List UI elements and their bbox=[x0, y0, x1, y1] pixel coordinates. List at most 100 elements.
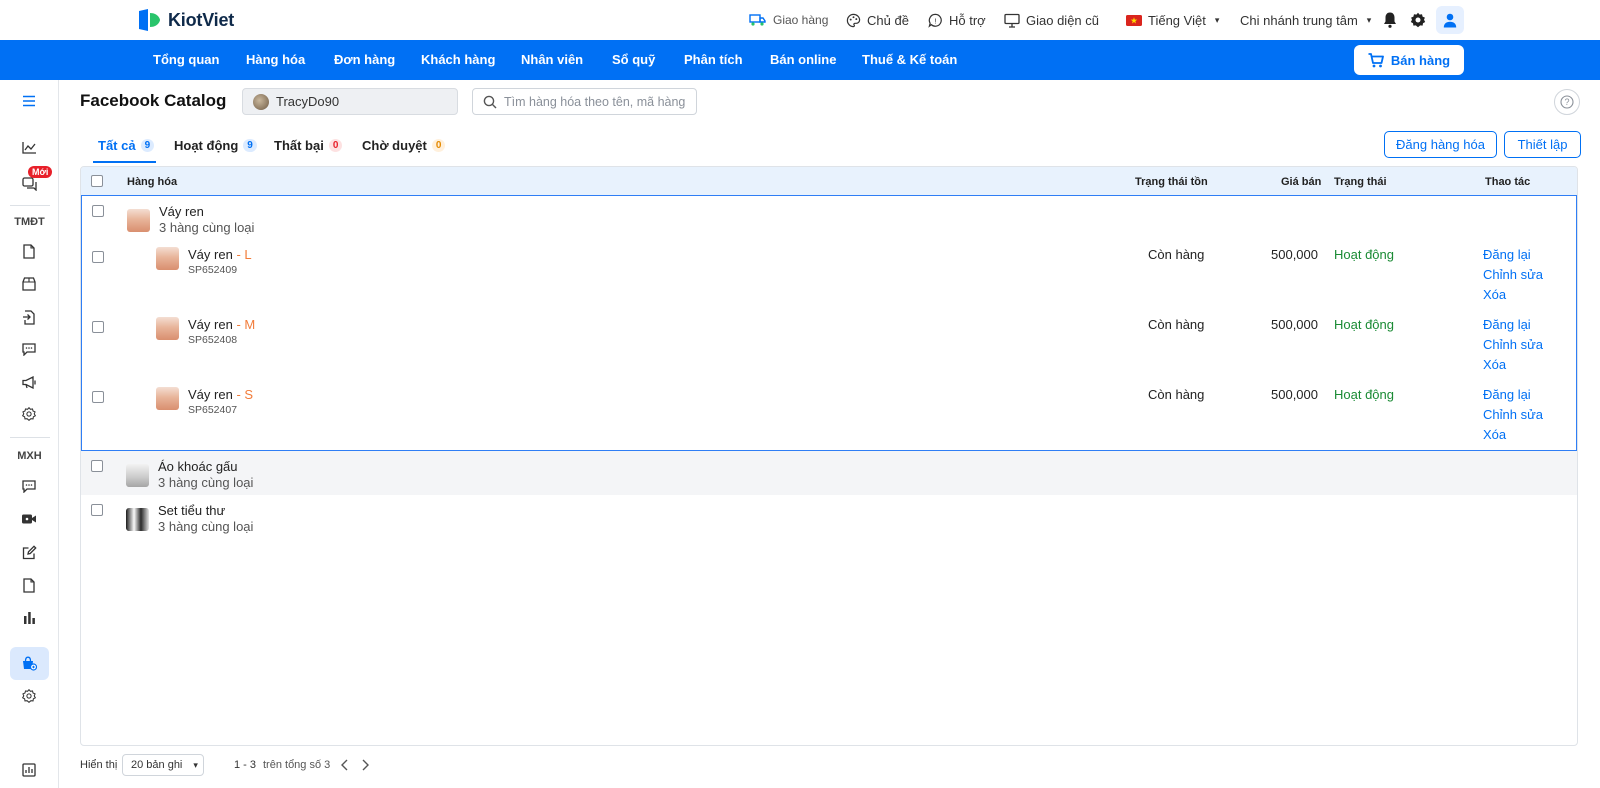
product-group-expanded[interactable]: Váy ren 3 hàng cùng loại Váy ren - L SP6… bbox=[81, 195, 1577, 451]
tab-failed[interactable]: Thất bại 0 bbox=[274, 138, 343, 153]
variant-thumbnail bbox=[156, 387, 179, 410]
help-button[interactable]: ? bbox=[1554, 89, 1580, 115]
hamburger-icon bbox=[23, 95, 35, 107]
col-actions: Thao tác bbox=[1485, 176, 1531, 188]
document-icon bbox=[23, 243, 35, 259]
menu-toggle[interactable] bbox=[20, 92, 38, 110]
table-row[interactable]: Váy ren - M SP652408 Còn hàng 500,000 Ho… bbox=[82, 314, 1577, 384]
row-checkbox[interactable] bbox=[92, 251, 104, 263]
nav-cashbook[interactable]: Sổ quỹ bbox=[612, 40, 655, 80]
post-products-button[interactable]: Đăng hàng hóa bbox=[1384, 131, 1497, 158]
group-checkbox[interactable] bbox=[91, 504, 103, 516]
variant-code: SP652407 bbox=[188, 404, 238, 416]
old-ui-link[interactable]: Giao diện cũ bbox=[1004, 0, 1099, 40]
support-link[interactable]: ! Hỗ trợ bbox=[928, 0, 986, 40]
chevron-down-icon: ▾ bbox=[1366, 14, 1372, 25]
group-name[interactable]: Set tiểu thư bbox=[158, 503, 225, 518]
theme-link[interactable]: Chủ đề bbox=[846, 0, 909, 40]
tab-pending[interactable]: Chờ duyệt 0 bbox=[362, 138, 446, 153]
megaphone-icon bbox=[21, 375, 36, 389]
gear-icon bbox=[1410, 12, 1426, 28]
nav-employees[interactable]: Nhân viên bbox=[521, 40, 583, 80]
variant-size: - S bbox=[236, 387, 254, 402]
chevron-down-icon: ▾ bbox=[193, 759, 198, 770]
delivery-link[interactable]: Giao hàng bbox=[749, 0, 828, 40]
sidebar-item-ecom-chat[interactable] bbox=[20, 340, 38, 358]
group-checkbox[interactable] bbox=[92, 205, 104, 217]
sidebar-item-ecom-settings[interactable] bbox=[20, 405, 38, 423]
edit-link[interactable]: Chỉnh sửa bbox=[1483, 267, 1543, 282]
sidebar-item-ecom-marketing[interactable] bbox=[20, 373, 38, 391]
delete-link[interactable]: Xóa bbox=[1483, 427, 1506, 442]
nav-analytics[interactable]: Phân tích bbox=[684, 40, 743, 80]
repost-link[interactable]: Đăng lại bbox=[1483, 317, 1531, 332]
truck-icon bbox=[749, 14, 766, 26]
nav-orders[interactable]: Đơn hàng bbox=[334, 40, 395, 80]
sidebar-item-ecom-orders[interactable] bbox=[20, 242, 38, 260]
row-checkbox[interactable] bbox=[92, 321, 104, 333]
svg-text:!: ! bbox=[934, 16, 936, 25]
page-size-select[interactable]: 20 bản ghi ▾ bbox=[122, 754, 204, 776]
group-name[interactable]: Áo khoác gấu bbox=[158, 459, 238, 474]
nav-tax-accounting[interactable]: Thuế & Kế toán bbox=[862, 40, 957, 80]
search-icon bbox=[483, 95, 497, 108]
repost-link[interactable]: Đăng lại bbox=[1483, 247, 1531, 262]
branch-select[interactable]: Chi nhánh trung tâm ▾ bbox=[1240, 0, 1371, 40]
variant-name: Váy ren - L bbox=[188, 247, 252, 262]
product-group-row[interactable]: Áo khoác gấu 3 hàng cùng loại bbox=[81, 451, 1577, 495]
sidebar-item-overview[interactable] bbox=[20, 138, 38, 156]
user-icon bbox=[1443, 13, 1457, 27]
chat-help-icon: ! bbox=[928, 13, 942, 28]
group-checkbox[interactable] bbox=[91, 460, 103, 472]
select-all-checkbox[interactable] bbox=[91, 175, 103, 187]
group-name[interactable]: Váy ren bbox=[159, 204, 204, 219]
prev-page-button[interactable] bbox=[340, 759, 350, 771]
sell-button[interactable]: Bán hàng bbox=[1354, 45, 1464, 75]
nav-products[interactable]: Hàng hóa bbox=[246, 40, 305, 80]
next-page-button[interactable] bbox=[360, 759, 370, 771]
nav-online-sales[interactable]: Bán online bbox=[770, 40, 836, 80]
main-nav: Tổng quan Hàng hóa Đơn hàng Khách hàng N… bbox=[0, 40, 1600, 80]
nav-overview[interactable]: Tổng quan bbox=[153, 40, 219, 80]
variant-code: SP652409 bbox=[188, 264, 238, 276]
sidebar-item-ecom-import[interactable] bbox=[20, 308, 38, 326]
sidebar-item-social-chat[interactable] bbox=[20, 477, 38, 495]
edit-link[interactable]: Chỉnh sửa bbox=[1483, 337, 1543, 352]
sidebar-item-social-reports[interactable] bbox=[20, 608, 38, 626]
edit-link[interactable]: Chỉnh sửa bbox=[1483, 407, 1543, 422]
language-select[interactable]: Tiếng Việt ▾ bbox=[1126, 0, 1219, 40]
sidebar-item-social-settings[interactable] bbox=[20, 687, 38, 705]
sidebar-item-facebook-catalog-icon[interactable] bbox=[20, 654, 38, 672]
account-select[interactable]: TracyDo90 bbox=[242, 88, 458, 115]
sidebar-item-report[interactable] bbox=[20, 761, 38, 779]
product-group-row[interactable]: Set tiểu thư 3 hàng cùng loại bbox=[81, 495, 1577, 539]
kiotviet-logo[interactable]: KiotViet bbox=[136, 7, 234, 33]
sidebar-item-posts[interactable] bbox=[20, 543, 38, 561]
col-stock-status: Trạng thái tồn bbox=[1135, 176, 1208, 188]
table-row[interactable]: Váy ren - S SP652407 Còn hàng 500,000 Ho… bbox=[82, 384, 1577, 452]
message-icon bbox=[22, 479, 36, 493]
nav-customers[interactable]: Khách hàng bbox=[421, 40, 495, 80]
row-checkbox[interactable] bbox=[92, 391, 104, 403]
sidebar-item-livestream[interactable] bbox=[20, 510, 38, 528]
gear-icon bbox=[22, 689, 36, 703]
delete-link[interactable]: Xóa bbox=[1483, 357, 1506, 372]
cart-icon bbox=[1368, 52, 1384, 67]
user-avatar-button[interactable] bbox=[1436, 6, 1464, 34]
sidebar-item-ecom-store[interactable] bbox=[20, 275, 38, 293]
notification-bell[interactable] bbox=[1382, 11, 1398, 29]
table-row[interactable]: Váy ren - L SP652409 Còn hàng 500,000 Ho… bbox=[82, 244, 1577, 314]
account-name: TracyDo90 bbox=[276, 94, 340, 109]
repost-link[interactable]: Đăng lại bbox=[1483, 387, 1531, 402]
delete-link[interactable]: Xóa bbox=[1483, 287, 1506, 302]
search-input[interactable]: Tìm hàng hóa theo tên, mã hàng bbox=[472, 88, 697, 115]
setup-button[interactable]: Thiết lập bbox=[1504, 131, 1581, 158]
line-chart-icon bbox=[21, 141, 36, 154]
tab-active[interactable]: Hoạt động 9 bbox=[174, 138, 257, 153]
sidebar-item-social-orders[interactable] bbox=[20, 576, 38, 594]
tab-pending-count: 0 bbox=[431, 139, 446, 152]
tab-all[interactable]: Tất cả 9 bbox=[98, 138, 155, 153]
variant-size: - L bbox=[236, 247, 252, 262]
tab-failed-count: 0 bbox=[328, 139, 343, 152]
settings-button[interactable] bbox=[1410, 12, 1426, 28]
